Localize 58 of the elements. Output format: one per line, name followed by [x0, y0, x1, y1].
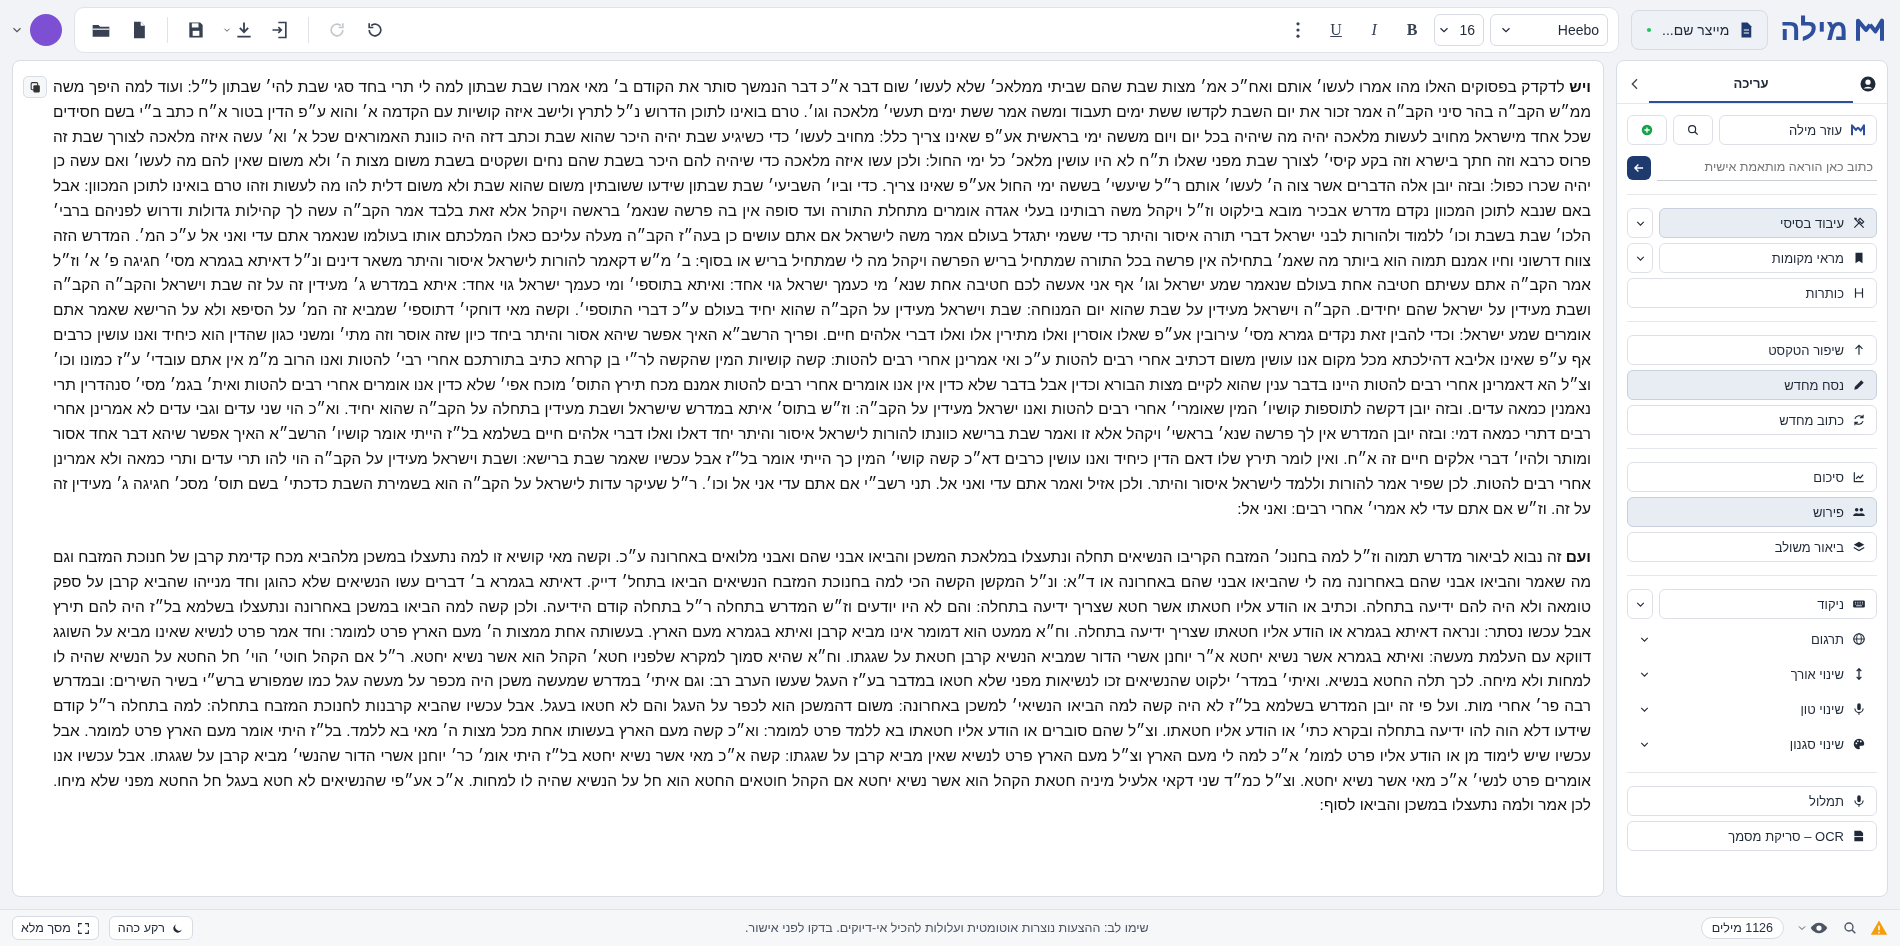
- file-arrow-icon: [270, 20, 290, 40]
- kebab-icon: [1296, 22, 1301, 38]
- sidebar-item[interactable]: סיכום: [1627, 462, 1877, 492]
- document-name-button[interactable]: מייצר שם...: [1631, 10, 1769, 50]
- font-size-dropdown[interactable]: 16: [1434, 14, 1485, 46]
- search-button[interactable]: [1673, 115, 1713, 145]
- user-icon: [1859, 75, 1877, 93]
- copy-button[interactable]: [23, 76, 47, 98]
- sidebar-item[interactable]: OCR – סריקת מסמך: [1627, 821, 1877, 851]
- underline-button[interactable]: U: [1320, 14, 1353, 46]
- font-dropdown[interactable]: Heebo: [1490, 14, 1609, 46]
- sidebar-item[interactable]: עיבוד בסיסי: [1659, 208, 1877, 238]
- fullscreen-button[interactable]: מסך מלא: [12, 916, 99, 940]
- fullscreen-icon: [76, 921, 90, 935]
- microphone-icon: [1852, 794, 1866, 808]
- search-icon: [1686, 123, 1700, 137]
- sidebar-item[interactable]: שיפור הטקסט: [1627, 335, 1877, 365]
- search-icon: [1842, 920, 1858, 936]
- palette-icon: [1852, 737, 1866, 751]
- undo-icon: [365, 20, 385, 40]
- assistant-button[interactable]: עוזר מילה: [1719, 115, 1877, 145]
- sidebar-item[interactable]: פירוש: [1627, 497, 1877, 527]
- sidebar-item[interactable]: תמלול: [1627, 786, 1877, 816]
- layers-icon: [1852, 540, 1866, 554]
- arrow-up-icon: [1852, 343, 1866, 357]
- logo-icon: [1850, 122, 1866, 138]
- sidebar-item[interactable]: ניקוד: [1659, 589, 1877, 619]
- people-icon: [1852, 505, 1866, 519]
- download-icon: [234, 20, 254, 40]
- sidebar-item[interactable]: ביאור משולב: [1627, 532, 1877, 562]
- avatar: [30, 14, 62, 46]
- notice-text: שימו לב: ההצעות נוצרות אוטומטית ועלולות להכיל אי-דיוקים. בדקו לפני אישור.: [744, 921, 1150, 935]
- italic-button[interactable]: I: [1358, 14, 1391, 46]
- paragraph: ויש לדקדק בפסוקים האלו מהו אמרו לעשו׳ אותם ואח״כ אמ׳ מצות שבת שהם שביתי ממלאכ׳ שלא לעשו׳ שום דבר א״כ דבר הנמשך סותר את הקודם ב׳ מאי אמרו שבת שבתון למה לי תרי בחד סגי שבת להי׳ שבתון ל״ל: ועוד למה היפך משה ממ״ש הקב״ה בהר סיני הקב״ה אמר זכור את יום השבת לקדשו ששת ימים תעבוד ומשה אמר ששת ימים תעשי׳ מלאכה וגו׳. טרם בואינו לתוכן הדרוש נ״ל לתרץ ולישב איזה קושיות עם הקדמה א׳ והוא ע״פ הדין בטור א״ח כתב ב״י בשם חסידים שכל אחד מישראל מחויב לעשות מלאכה יהיה מה שיהיה בכל יום ויום מששה ימי בראשית אע״פ שאינו צריך כלל: מחויב לעשו׳ כדי כשיגיע שבת יהיה היכר שהוא שבת וכתב דזה היה כוונת האמוראים שכל א׳ וא׳ עשה איזה מלאכה לצורך שבת זה פרוס כרבא וזה חתך בישרא וזה בקע קיסי׳ לצורך שבת מפני שאלו ת״ח לא היו עושין מלאכ׳ כל ימי החול: ולכן עשו איזה מלאכה כדי שיהיה להם היכר בשבת שהם נחים ושקטים בשבת משום מצות ה׳ ולא משום שאין להם מה לעשו׳ ואם עשה כן יהיה שכרו כפול: ובזה יובן אלה הדברים אשר צוה ה׳ לעשו׳ אותם ר״ל שיעשי׳ בששה ימי החול אע״פ שאינו צריך. כדי וביו׳ השביעי׳ שבת שבתון שידעו ששובתין משום שהוא שבת ולא משום דלית להו מה לעשות וזהו טרם בואינו לתוכן המכוון: אבל באם שנבא לתוכן המכוון נקדם מדרש אבכיר מובא בילקוט וז״ל ויקהל משה רבותינו בעלי אגדה אומרים מתחלת התורה ועד סופה אין בה פרשה שנאמ׳ בראשה ויקהל אלא זאת בלבד אמר הקב״ה עשה לך קהילות גדולות ודרוש לפניהם ברבי׳ הלכו׳ שבת בשבת וכו׳ ללמוד ולהורות לבני ישראל דברי תורה איסור והיתר כדי ששמי יתגדל בעולם אמר משה לישראל אם אתם עושים כן בעה״ז הקב״ה מעלה עליכם כאלו המלכתם אותו בעולמו שנאמר אתם עדי ואני אל ע״כ המ׳. המדרש הזה צווח דרשוני וחיו אמנם תמוה הוא ביותר מה שאמ׳ בתחילה אין פרשה בכל התורה שמתחיל בריש הפרשה ויקהל מה לי שמתחיל בריש או בסוף: ב׳ מ״ש דקאמר להורות לישראל איסור והיתר משאר דינים ונ״ל דאיתא בגמרא מסי׳ חגיגה פ׳ א׳ וז״ל אמר הקב״ה אתם עשיתם חטיבה אחת בעולם שנאמר שמע ישראל וגו׳ אף אני אעשה לכם חטיבה אחת שנא׳ מי כעמך ישראל גוי אחד: ואיתא בתוספי׳ ומי כעמך ישראל גוי אחד: איתא במדרש ג׳ מעידין זה על זה שבת וישראל והקב״ה הקב״ה ושבת מעידין על ישראל שהם יחידים. הקב״ה וישראל מעידין על שבת שהוא יום המנוחה: שבת וישראל מעידין על הקב״ה שהוא יחיד בעולם ע״כ דברי התוספי׳. וקשה מאי דוחקי׳ דתוספי׳ שמביא זה המ׳ על הסיפא ולא על הרישא שאמר אתם אומרים שמע ישראל: וכדי להבין זאת נקדים גמרא מסי׳ עירובין אע״פ שאלו אוסרין ואלו מתירין אלו ואלו דברי אלהים חיים. ופריך הרשב״א האיך אפשר שיהא אסור והיתר ביחד כיון שזה אוסר וזה מתי׳ ומשני כגון שהדין הוא כיחיד ואנו עושין כרבים אף ע״פ שאינו אליבא דהילכתא מכל מקום אנו עושין משום דכתיב אחרי רבים להטות ע״כ ואי אמרינן אחרי רבים להטות: קשה קושיות המין שהקשה לר״י בן קרחא כתיב בתורתכם אחרי רבי׳ להטות ואנו הרוב מ״מ אין אתם עובדי׳ ע״ז כמונו וכו׳ וצ״ל הא דאמרינן אחרי רבים להטות היינו בדבר ענין שהוא לקיים מצות הבורא וכדין אבל בדבר שלא כדין אין אנו אומרים אחרי רבים להטות אמנם מכח תירץ התוס׳ מוכח אפי׳ שלא כדין אנו אומרים אחרי רבים להטות ואית׳ בגמ׳ מסי׳ סנהדרין תרי נאמנין כמאה עדים. ובזה יובן דקשה לתוספות קושיו׳ המין שאומרי׳ אחרי רבים להטות ואנו ישראל מעידין על הקב״ה: וז״ש בתוס׳ איתא במדרש שישראל ושבת מעידין בתחלה על הקב״ה שהוא יחיד. וא״כ הוי שני עדים וגבי עדים לא אמרינן אחרי רבים דתרי כמאה דמי: ובזה יובן המדרש אין לך פרשה שנא׳ בראשי׳ ויקהל אלא זו ואמר שבת ברישא כוונתו להורות לישראל איסור והיתר יחד דאלו ואלו דברי אלהים חיים בשלמא בל״ז הייתי אומר קושיו׳ הרשב״א האיך אפשר שיהא דבר אחד אסור ומותר ולהיו׳ דברי אלקים חיים זה א״ח. ואין לומר תירץ שלו דאם הדין כיחיד ואנו עושין כרבים דא״כ קשה קושי׳ המין כך הייתי אומר בל״ז אבל עכשיו שאמר שבת ברישא: ושבת וישראל מעידין על הקב״ה הוי להו תרי עדים ותרי כמאה ולא אמרינן אחרי רבים להטות. לכן שפיר אמר להורות וללמד לישראל איסור והיתר. ולכן אזיל ואמר אתם עדי ואני אל. תני רשב״י אם אתם עדי אני אל וכו׳. ר״ל שעיקר עדות לישראל על הקב״ה הוא בשמירת השבת כדכתי׳ בשם תוס׳ מסכ׳ חגיגה ג׳ מעידין זה על זה. וז״ש אם אתם עדי לא אמרי׳ אחרי רבים: ואני אל:: [53, 77, 1591, 519]
- bold-button[interactable]: B: [1396, 14, 1429, 46]
- sidebar-item[interactable]: מראי מקומות: [1659, 243, 1877, 273]
- warning-icon: [1870, 919, 1888, 937]
- tools-icon: [1852, 216, 1866, 230]
- refresh-icon: [1852, 413, 1866, 427]
- redo-icon: [327, 20, 347, 40]
- logo-text: מילה: [1780, 13, 1848, 47]
- account-menu-button[interactable]: [10, 14, 62, 46]
- send-button[interactable]: [1627, 155, 1651, 180]
- sidebar-item[interactable]: נסח מחדש: [1627, 370, 1877, 400]
- globe-icon: [1852, 632, 1866, 646]
- add-button[interactable]: [1627, 115, 1667, 145]
- word-count: 1126 מילים: [1700, 917, 1784, 939]
- plus-icon: [1640, 123, 1654, 137]
- paragraph: ועם זה נבוא לביאור מדרש תמוה וז״ל למה בחנוכ׳ המזבח הקריבו הנשיאים תחלה ונתעצלו במלאכת המשכן והביאו אבני שהם ואבני מלואים באחרונה ע״כ. וקשה מאי קושיא זו למה נתעצלו במשכן מלהביא מכח קדימת קרבן של חנוכת המזבח וגם מה שאמר והביאו אבני שהם באחרונה מה לי שהביאו אבני שהם באחרונה או ד״א: ונ״ל המקשן הקשה הכי למה בחנוכת המזבח הנשיאים הביאו בתחל׳ דייק. דאיתא בגמרא ב׳ דברים עשו הנשיאים שלא כהוגן וחד מנייהו שהביא קרבן על ספק טומאה ולא היה להם ידיעה בתחלה. וכתיב או הודע אליו חטאתו אשר חטא שצריך ידיעה בתחלה: והם לא היו יודעים וז״ש המדרש בתחלה ר״ל בתחלה קודם הידיעה. ולכן קשה למה הביאו במשכן באחרונה ונתעצלו בשלמא בל״ז היה להם תירץ אבל עכשו נסתר: ונראה דאיתא בגמרא או הודע אליו חטאתו שצריך ידיעה בתחלה. וח״א ממעט הוא דמומר אינו מביא קרבן ואיתא בגמרא מעם הארץ. בעשותה אחת ממצות ה׳ מעם הארץ פרט למומר: וחד אמר פרט לנשיא שאינו מביא על השוגג דווקא עם העלמת מעשה: ואיתא בגמרא אשר נשיא יחטא א״ר יוחנן אשרי הדור שמביא הנשיא קרבן חטאת על שגגתו. וח״א שהיא סמוך למקרא שלפניו חטא׳ הקהל הוא אשר נשיא יחטא. ר״ל אם הקהל חוטי׳ הוי׳ חל החטא על הנשיא שהיה לו למחות ולא מיחה. לכך תלה החטא בנשיא. ואיתי׳ במדר׳ ילקוט שהנשיאים זכו לנשיאות מפני שלא חטאו במדבר בע״ז העגל שעשו הערב רב: וגם איתי׳ במדרש שמעשה משכן היה מכפר על מעשה עגל כמו שמפורש ברש״י בשיר השירים: ובמדרש רבה פר׳ אחרי מות. ועל פי זה יובן המדרש בשלמא בל״ז לא היה קשה למה הביאו הנשיאי׳ למשכן באחרונה: משום דהמשכן הוא לכפר על העגל והם לא חטאו בעגל. אבל עכשיו שהביא קרבנות לחנוכת המזבח בתחלה: למה בתחלה ר״ל קודם שידעו דלא הוה להו ידיעה בתחלה ובקרא כתי׳ או הודע אליו חטאתו. וצ״ל שהם סוברים או הודע אליו חטאתו בא ללמד פרט למומר: וא״כ קשה מעם הארץ בעשותו אחת מכל מצות ה׳ מאי בא ללמד. בל״ז היתי אומר מעם הארץ פרט למומר. אבל עכשיו שיש לימוד מן או הודע אליו פרט למומ׳ א״כ למה לי מעם הארץ וצ״ל מעם הארץ פרט לנשיא שאין מביא קרבן על שגגתו: קשה א״כ מאי אשר נשיא יחטא בל״ז היתי אומ׳ כר׳ יוחנן אשרי הדור שהנשי׳ מביא קרבן על שגגתו. אבל עכשיו אנו אומרים פרט לנשי׳ א״כ מאי אשר נשיא יחטא. וצ״ל כמ״ד שני דקאי אלעיל מיניה חטאת הקהל הוא אשר נשיא יחטא אם הקהל חוטאים החטא הוא חל על הנשיא שהיה לו למחות. א״כ אע״פי שהנשיאים לא חטא בעגל חל החטא מפני שלא מיחו. לכן אמר ולמה נתעצלו במשכן והביאו לסוף:: [53, 547, 1591, 816]
- pencil-icon: [1852, 378, 1866, 392]
- tab[interactable]: עריכה: [1649, 65, 1853, 103]
- sidebar-item[interactable]: כותרות: [1627, 278, 1877, 308]
- line-chart-icon: [1852, 470, 1866, 484]
- microphone-icon: [1852, 702, 1866, 716]
- sidebar-item[interactable]: כתוב מחדש: [1627, 405, 1877, 435]
- heading-icon: [1852, 286, 1866, 300]
- copy-icon: [28, 80, 42, 94]
- dark-mode-button[interactable]: רקע כהה: [108, 916, 193, 940]
